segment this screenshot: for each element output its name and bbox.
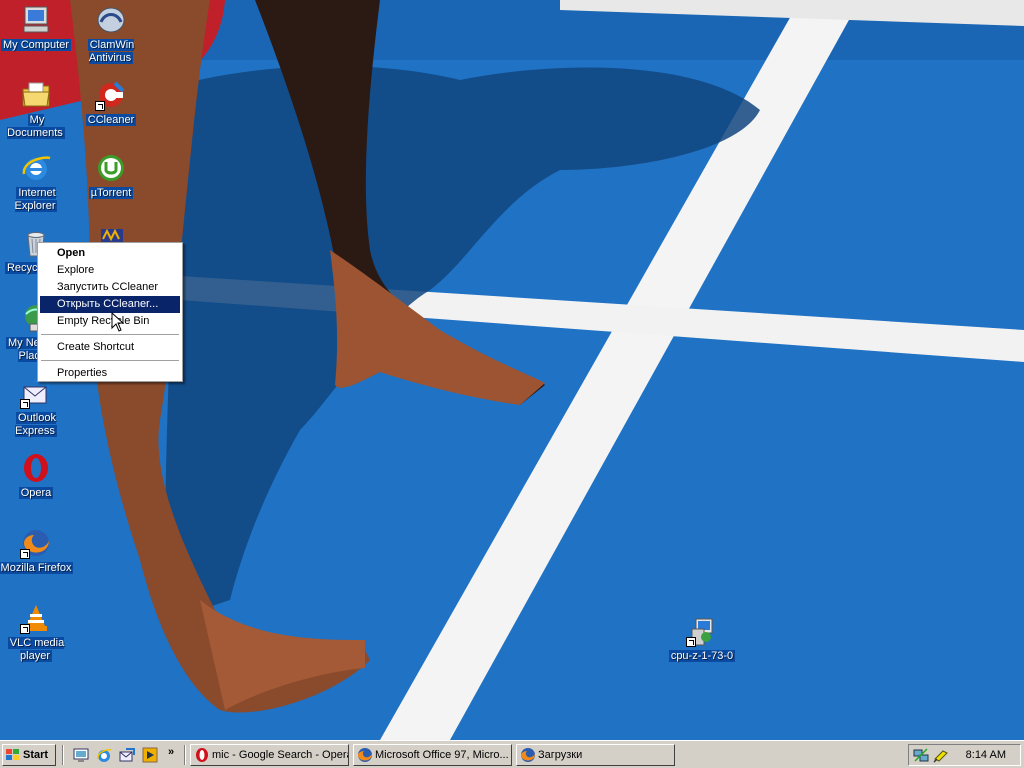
desktop-icon-utorrent[interactable]: µTorrent [73,152,149,200]
desktop-icon-my-computer[interactable]: My Computer [0,4,74,52]
cpu-z-installer-icon [686,615,718,647]
internet-explorer-icon[interactable] [96,747,112,763]
desktop-icon-opera[interactable]: Opera [0,452,74,500]
ccleaner-icon [95,79,127,111]
task-label: Загрузки [538,749,583,761]
desktop-icon-cpu-z-installer[interactable]: cpu-z-1-73-0 [664,615,740,663]
shortcut-arrow-icon [20,399,30,409]
desktop-icon-label: Outlook Express [15,412,57,437]
system-tray: 8:14 AM [908,744,1021,766]
desktop-icon-ccleaner[interactable]: CCleaner [73,79,149,127]
desktop-icon-label: CCleaner [85,114,137,126]
desktop-icon-clamwin[interactable]: ClamWin Antivirus [73,4,149,65]
firefox-icon [20,527,52,559]
task-label: mic - Google Search - Opera [212,749,349,761]
desktop-icon-label: Mozilla Firefox [0,562,74,574]
start-button[interactable]: Start [2,744,56,766]
desktop-icon-internet-explorer[interactable]: Internet Explorer [0,152,74,213]
menu-item-empty-recycle-bin[interactable]: Empty Recycle Bin [40,313,180,330]
desktop-icon-label: Internet Explorer [14,187,58,212]
desktop-icon-label: ClamWin Antivirus [87,39,135,64]
media-player-icon[interactable] [142,747,158,763]
desktop-icon-outlook-express[interactable]: Outlook Express [0,377,74,438]
shortcut-arrow-icon [20,624,30,634]
menu-item-run-ccleaner[interactable]: Запустить CCleaner [40,279,180,296]
desktop-icon-label: My Computer [0,39,72,51]
network-icon[interactable] [913,747,929,763]
mouse-pointer-icon [111,311,125,332]
desktop-icon-label: cpu-z-1-73-0 [668,650,736,662]
clamwin-icon [95,4,127,36]
desktop-icon-mozilla-firefox[interactable]: Mozilla Firefox [0,527,74,575]
task-button-downloads[interactable]: Загрузки [516,744,675,766]
task-button-opera[interactable]: mic - Google Search - Opera [190,744,349,766]
desktop-icon-label: VLC media player [7,637,65,662]
recycle-bin-context-menu: Open Explore Запустить CCleaner Открыть … [37,242,183,382]
windows-flag-icon [5,748,21,762]
opera-icon [194,747,210,763]
firefox-icon [357,747,373,763]
power-icon[interactable] [933,747,949,763]
desktop-icon-vlc[interactable]: VLC media player [0,602,74,663]
my-computer-icon [20,4,52,36]
desktop-icon-label: Opera [18,487,54,499]
quick-launch-chevron[interactable]: » [168,746,174,758]
internet-explorer-icon [20,152,52,184]
clock[interactable]: 8:14 AM [966,749,1006,761]
utorrent-icon [95,152,127,184]
quick-launch-separator [62,745,64,765]
opera-icon [20,452,52,484]
menu-separator [41,360,179,361]
menu-item-create-shortcut[interactable]: Create Shortcut [40,339,180,356]
menu-item-open-ccleaner[interactable]: Открыть CCleaner... [40,296,180,313]
menu-separator [41,334,179,335]
firefox-icon [520,747,536,763]
desktop-icon-label: My Documents [7,114,65,139]
menu-item-properties[interactable]: Properties [40,365,180,382]
start-label: Start [23,749,49,761]
outlook-express-icon[interactable] [119,747,135,763]
desktop-icon-label: µTorrent [88,187,134,199]
vlc-icon [20,602,52,634]
menu-item-explore[interactable]: Explore [40,262,180,279]
shortcut-arrow-icon [20,549,30,559]
shortcut-arrow-icon [95,101,105,111]
task-separator [184,745,186,765]
shortcut-arrow-icon [686,637,696,647]
desktop-icon-my-documents[interactable]: My Documents [0,79,74,140]
menu-item-open[interactable]: Open [40,245,180,262]
task-button-firefox-office[interactable]: Microsoft Office 97, Micro... [353,744,512,766]
show-desktop-icon[interactable] [73,747,89,763]
my-documents-icon [20,79,52,111]
task-label: Microsoft Office 97, Micro... [375,749,509,761]
taskbar: Start » mic - Google Search - Opera Micr… [0,740,1024,768]
